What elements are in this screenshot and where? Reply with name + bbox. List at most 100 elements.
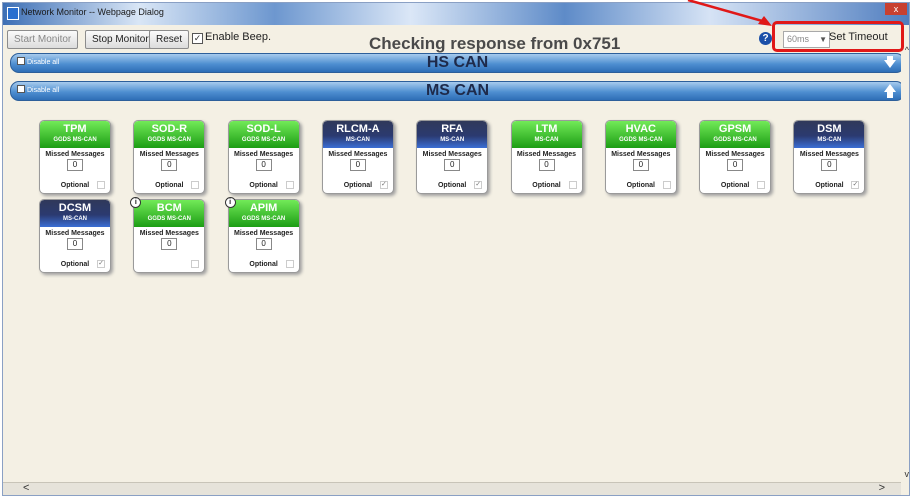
optional-checkbox[interactable]: ✓ (851, 181, 860, 189)
module-header: HVAC GGDS MS-CAN (605, 121, 676, 148)
scroll-left-icon[interactable]: < (23, 482, 29, 494)
module-bus: MS-CAN (534, 137, 559, 143)
module-card-dcsm[interactable]: DCSM MS-CAN Missed Messages 0 Optional ✓ (39, 199, 111, 273)
missed-messages-label: Missed Messages (422, 151, 482, 158)
module-card-hvac[interactable]: HVAC GGDS MS-CAN Missed Messages 0 Optional (604, 120, 677, 194)
module-name: SOD-R (151, 123, 188, 135)
module-header: TPM GGDS MS-CAN (40, 121, 110, 148)
scroll-down-icon[interactable]: v (905, 469, 910, 479)
module-bus: MS-CAN (440, 137, 465, 143)
missed-messages-label: Missed Messages (234, 151, 294, 158)
module-bus: MS-CAN (63, 216, 87, 222)
module-name: LTM (535, 123, 558, 135)
scroll-right-icon[interactable]: > (879, 482, 885, 494)
missed-messages-label: Missed Messages (799, 151, 859, 158)
missed-messages-label: Missed Messages (234, 230, 294, 237)
module-bus: GGDS MS-CAN (713, 137, 757, 143)
enable-beep-checkbox[interactable]: ✓ (192, 33, 203, 44)
arrow-down-icon[interactable] (882, 55, 898, 71)
missed-messages-count: 0 (444, 159, 461, 171)
module-card-dsm[interactable]: DSM MS-CAN Missed Messages 0 Optional ✓ (793, 120, 866, 194)
module-bus: GGDS MS-CAN (147, 137, 191, 143)
horizontal-scrollbar[interactable]: < > (3, 482, 901, 495)
module-name: APIM (249, 202, 278, 214)
info-icon[interactable]: i (224, 197, 236, 208)
missed-messages-label: Missed Messages (45, 230, 105, 237)
module-header: RLCM-A MS-CAN (322, 121, 393, 148)
module-grid: TPM GGDS MS-CAN Missed Messages 0 Optional SO… (3, 91, 893, 471)
optional-checkbox[interactable] (285, 260, 294, 268)
module-card-sod-l[interactable]: SOD-L GGDS MS-CAN Missed Messages 0 Optional (227, 120, 300, 194)
section-title-hs-can: HS CAN (426, 54, 489, 71)
module-header: GPSM GGDS MS-CAN (700, 121, 771, 148)
module-name: RFA (441, 123, 464, 135)
optional-checkbox[interactable] (568, 181, 577, 189)
module-card-apim[interactable]: APIM GGDS MS-CAN Missed Messages 0 Optional (227, 199, 300, 273)
optional-checkbox[interactable] (757, 181, 766, 189)
missed-messages-count: 0 (538, 159, 555, 171)
missed-messages-count: 0 (255, 159, 272, 171)
module-header: SOD-R GGDS MS-CAN (134, 121, 205, 148)
status-text: Checking response from 0x751 (369, 34, 621, 53)
enable-beep-option[interactable]: ✓ Enable Beep. (192, 31, 271, 44)
missed-messages-count: 0 (349, 159, 366, 171)
module-card-rlcm-a[interactable]: RLCM-A MS-CAN Missed Messages 0 Optional ✓ (321, 120, 394, 194)
optional-checkbox[interactable]: ✓ (474, 181, 483, 189)
module-header: LTM MS-CAN (511, 121, 582, 148)
close-button[interactable]: x (885, 3, 907, 15)
optional-checkbox[interactable] (191, 260, 200, 268)
missed-messages-label: Missed Messages (516, 151, 577, 158)
section-bar-hs-can[interactable]: Disable all HS CAN (10, 53, 905, 73)
module-name: SOD-L (246, 123, 281, 135)
module-card-ltm[interactable]: LTM MS-CAN Missed Messages 0 Optional (510, 120, 583, 194)
window-title: Network Monitor -- Webpage Dialog (21, 7, 164, 17)
optional-checkbox[interactable] (285, 181, 294, 189)
app-icon (7, 7, 19, 20)
module-bus: GGDS MS-CAN (241, 137, 286, 143)
enable-beep-label: Enable Beep. (205, 31, 272, 43)
missed-messages-label: Missed Messages (45, 151, 105, 158)
module-bus: GGDS MS-CAN (619, 137, 663, 143)
module-bus: MS-CAN (817, 137, 842, 143)
module-header: DCSM MS-CAN (40, 200, 110, 227)
module-name: DSM (817, 123, 842, 135)
module-name: BCM (156, 202, 182, 214)
module-bus: GGDS MS-CAN (241, 216, 286, 222)
module-name: TPM (63, 123, 87, 135)
module-name: HVAC (625, 123, 656, 135)
vertical-scrollbar[interactable]: ^ v (901, 45, 910, 489)
reset-button[interactable]: Reset (149, 30, 190, 49)
missed-messages-count: 0 (632, 159, 649, 171)
missed-messages-label: Missed Messages (139, 230, 199, 237)
optional-checkbox[interactable] (662, 181, 671, 189)
missed-messages-count: 0 (67, 238, 83, 250)
stop-monitor-button[interactable]: Stop Monitor (85, 30, 156, 49)
missed-messages-label: Missed Messages (328, 151, 388, 158)
missed-messages-count: 0 (161, 238, 178, 250)
missed-messages-count: 0 (161, 159, 178, 171)
network-monitor-dialog: Network Monitor -- Webpage Dialog x Star… (2, 2, 910, 496)
module-header: APIM GGDS MS-CAN (228, 200, 299, 227)
module-bus: GGDS MS-CAN (147, 216, 191, 222)
module-card-sod-r[interactable]: SOD-R GGDS MS-CAN Missed Messages 0 Optional (133, 120, 206, 194)
optional-checkbox[interactable] (97, 181, 105, 189)
optional-checkbox[interactable] (191, 181, 200, 189)
missed-messages-label: Missed Messages (705, 151, 765, 158)
start-monitor-button[interactable]: Start Monitor (7, 30, 79, 49)
missed-messages-count: 0 (821, 159, 838, 171)
missed-messages-label: Missed Messages (611, 151, 671, 158)
module-card-tpm[interactable]: TPM GGDS MS-CAN Missed Messages 0 Optional (39, 120, 111, 194)
module-name: DCSM (58, 202, 92, 214)
module-bus: GGDS MS-CAN (53, 137, 97, 143)
missed-messages-count: 0 (255, 238, 272, 250)
scroll-up-icon[interactable]: ^ (905, 45, 909, 55)
module-card-rfa[interactable]: RFA MS-CAN Missed Messages 0 Optional ✓ (416, 120, 489, 194)
module-card-bcm[interactable]: BCM GGDS MS-CAN Missed Messages 0 (133, 199, 206, 273)
timeout-highlight-box (772, 21, 904, 52)
optional-checkbox[interactable]: ✓ (379, 181, 388, 189)
module-card-gpsm[interactable]: GPSM GGDS MS-CAN Missed Messages 0 Optional (699, 120, 772, 194)
module-header: BCM GGDS MS-CAN (134, 200, 205, 227)
help-icon[interactable]: ? (759, 32, 772, 45)
missed-messages-label: Missed Messages (139, 151, 199, 158)
optional-checkbox[interactable]: ✓ (97, 260, 105, 268)
